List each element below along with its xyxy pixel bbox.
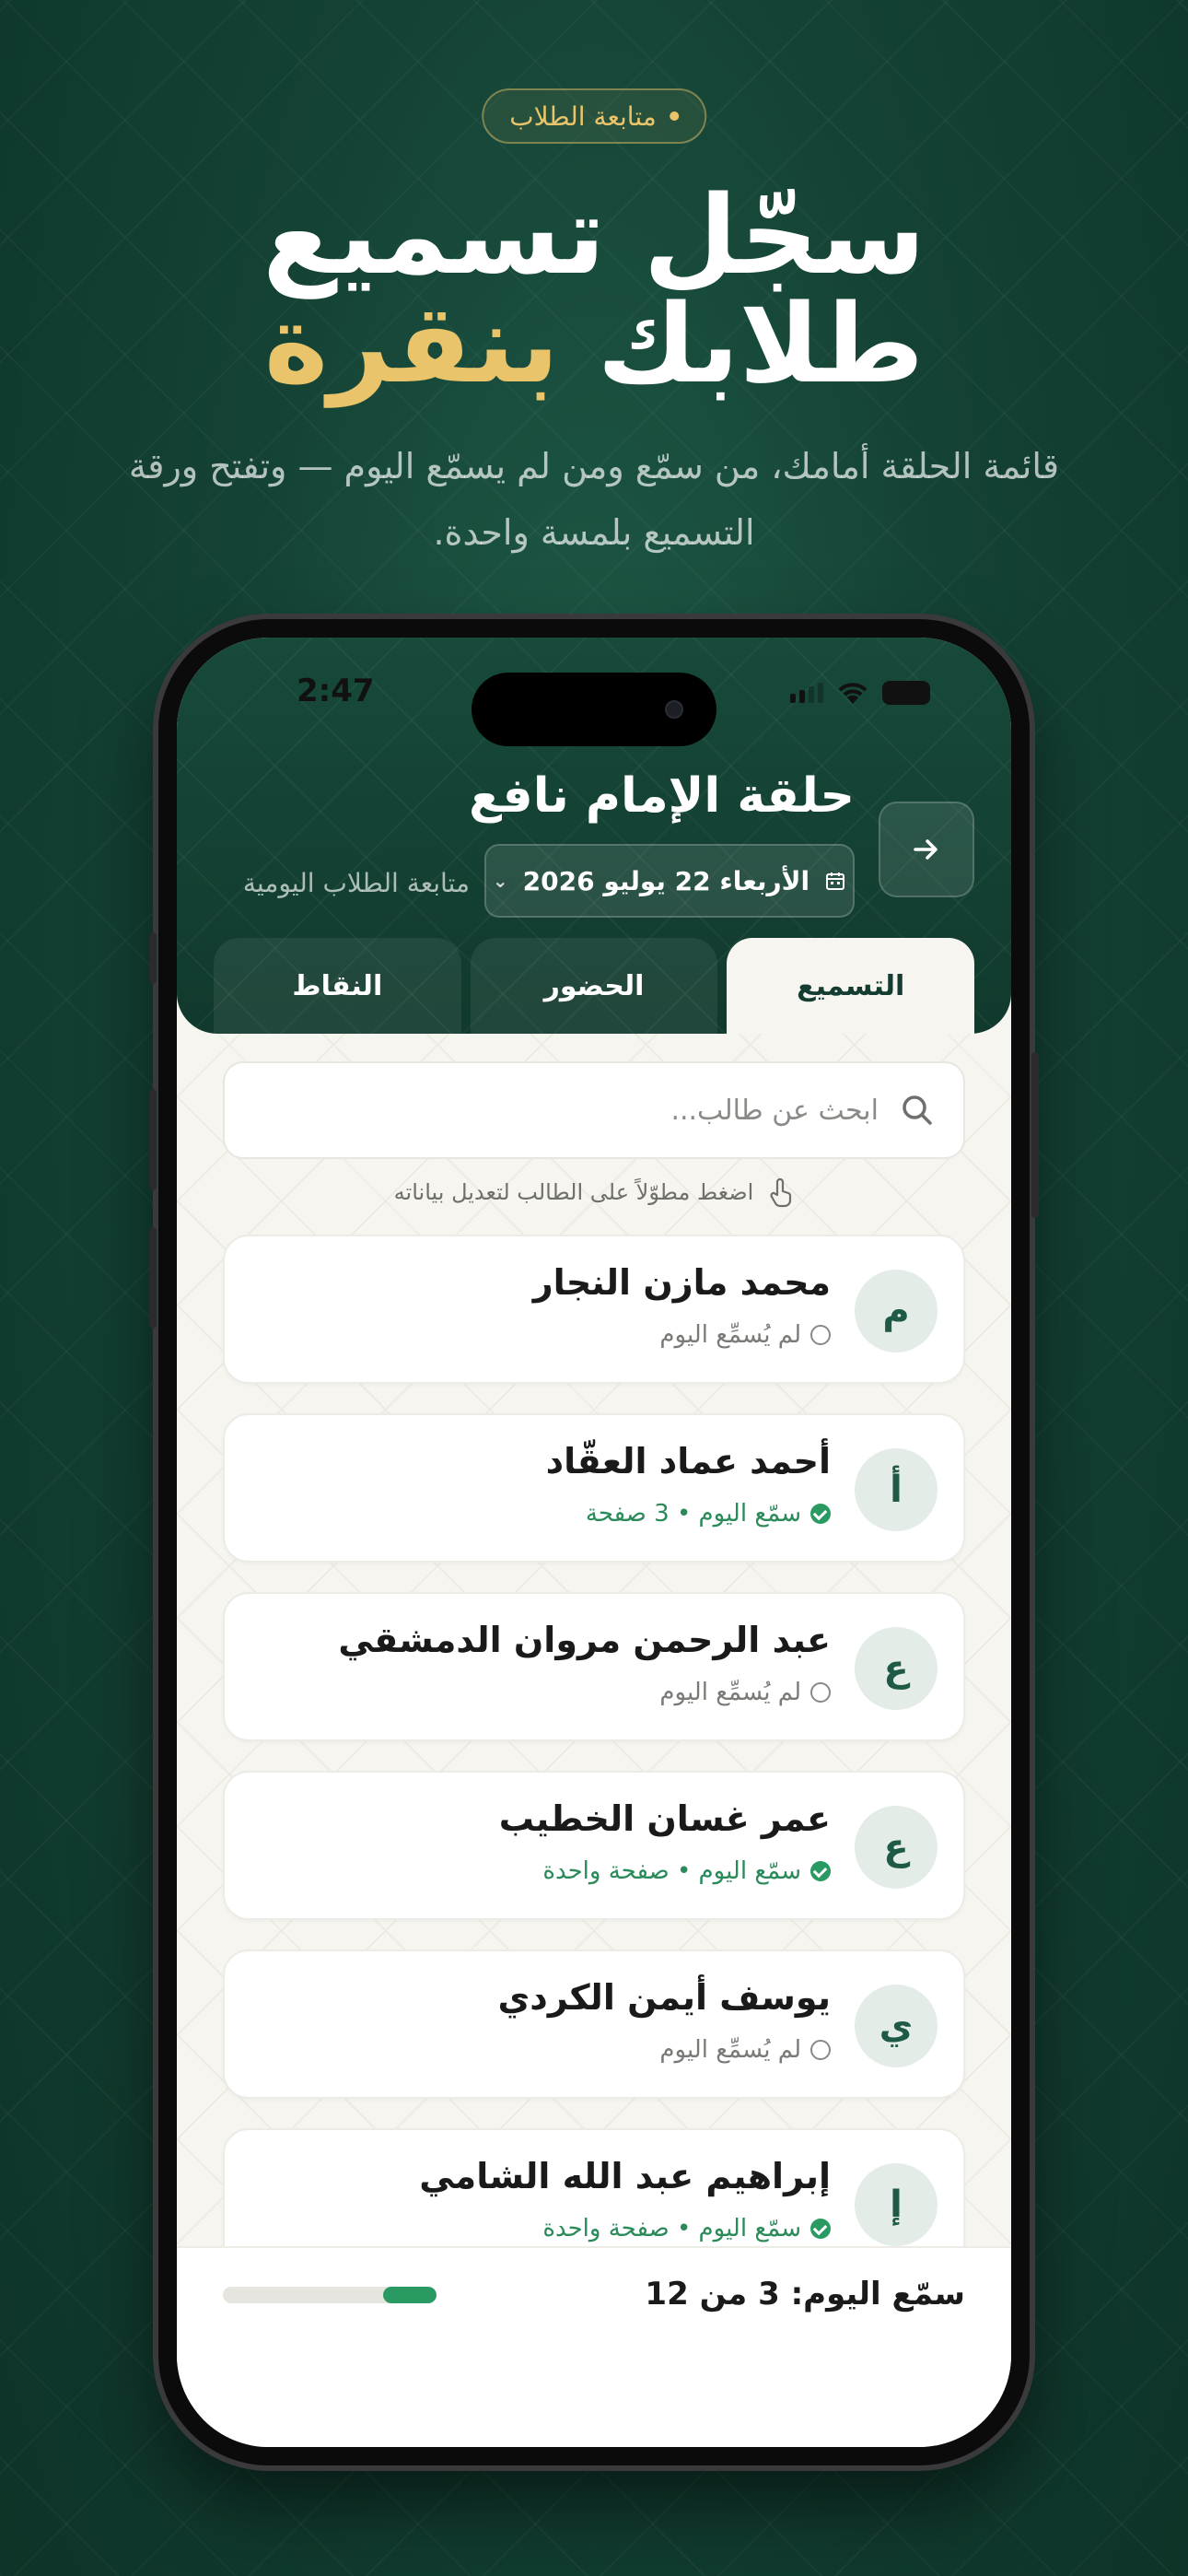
empty-circle-icon: [810, 2040, 831, 2060]
status-text: لم يُسمِّع اليوم: [659, 1679, 801, 1706]
recitation-status: سمّع اليوم • صفحة واحدة: [542, 2215, 831, 2242]
status-time: 2:47: [297, 673, 375, 709]
empty-circle-icon: [810, 1325, 831, 1345]
search-icon: [903, 1095, 932, 1125]
long-press-hint: اضغط مطوّلاً على الطالب لتعديل بياناته: [177, 1165, 1011, 1220]
halaqa-title: حلقة الإمام نافع: [469, 768, 855, 824]
avatar: م: [855, 1270, 938, 1352]
headline-line-2: طلابك بنقرة: [0, 289, 1188, 398]
student-name: أحمد عماد العقّاد: [545, 1441, 831, 1481]
avatar: إ: [855, 2163, 938, 2246]
power-button: [1031, 1052, 1039, 1218]
empty-circle-icon: [810, 1682, 831, 1703]
mute-switch: [149, 932, 157, 984]
student-name: عبد الرحمن مروان الدمشقي: [338, 1620, 831, 1660]
eyebrow-text: متابعة الطلاب: [509, 100, 657, 132]
chevron-down-icon: ⌄: [492, 870, 508, 892]
recitation-status: لم يُسمِّع اليوم: [659, 1679, 831, 1706]
recitation-status: سمّع اليوم • 3 صفحة: [586, 1500, 831, 1528]
headline-line-1: سجّل تسميع: [262, 171, 926, 299]
check-circle-icon: [810, 1504, 831, 1524]
headline-accent-word: بنقرة: [263, 280, 560, 407]
back-button[interactable]: [879, 802, 974, 897]
check-circle-icon: [810, 1861, 831, 1881]
student-name: يوسف أيمن الكردي: [497, 1977, 831, 2018]
recitation-status: لم يُسمِّع اليوم: [659, 1321, 831, 1349]
phone-screen: 2:47 حلقة الإمام نافع الأربعاء 22 يوليو …: [177, 638, 1011, 2447]
eyebrow-badge: متابعة الطلاب: [482, 88, 706, 144]
hint-text: اضغط مطوّلاً على الطالب لتعديل بياناته: [393, 1179, 754, 1205]
avatar: ي: [855, 1985, 938, 2067]
phone-frame: 2:47 حلقة الإمام نافع الأربعاء 22 يوليو …: [149, 619, 1039, 2465]
status-text: سمّع اليوم • 3 صفحة: [585, 1500, 801, 1528]
battery-icon: [882, 681, 930, 705]
student-card[interactable]: ع عبد الرحمن مروان الدمشقي لم يُسمِّع ال…: [223, 1592, 965, 1741]
tab-bar: التسميع الحضور النقاط: [213, 938, 974, 1034]
recitation-status: سمّع اليوم • صفحة واحدة: [542, 1857, 831, 1885]
check-circle-icon: [810, 2219, 831, 2239]
wifi-icon: [838, 683, 868, 704]
calendar-icon: [826, 872, 845, 890]
volume-up-button: [149, 1089, 157, 1190]
avatar: أ: [855, 1448, 938, 1531]
tab-attendance[interactable]: الحضور: [470, 938, 718, 1034]
date-text: الأربعاء 22 يوليو 2026: [522, 865, 810, 896]
dot-icon: [669, 111, 679, 121]
student-name: عمر غسان الخطيب: [498, 1798, 831, 1839]
student-name: إبراهيم عبد الله الشامي: [419, 2156, 831, 2196]
arrow-right-icon: [914, 839, 938, 860]
promo-subline: قائمة الحلقة أمامك، من سمّع ومن لم يسمّع…: [128, 446, 1060, 553]
volume-down-button: [149, 1227, 157, 1329]
student-card[interactable]: ي يوسف أيمن الكردي لم يُسمِّع اليوم: [223, 1950, 965, 2099]
student-name: محمد مازن النجار: [532, 1262, 831, 1303]
status-text: لم يُسمِّع اليوم: [659, 2036, 801, 2064]
avatar: ع: [855, 1806, 938, 1889]
date-picker[interactable]: الأربعاء 22 يوليو 2026 ⌄: [484, 844, 855, 918]
progress-footer: سمّع اليوم: 3 من 12: [177, 2246, 1011, 2447]
tab-recitation[interactable]: التسميع: [727, 938, 974, 1034]
camera-icon: [665, 700, 683, 719]
search-input[interactable]: ابحث عن طالب...: [223, 1061, 965, 1159]
halaqa-subtitle: متابعة الطلاب اليومية: [242, 868, 470, 898]
status-text: لم يُسمِّع اليوم: [659, 1321, 801, 1349]
signal-icon: [790, 683, 823, 703]
student-card[interactable]: أ أحمد عماد العقّاد سمّع اليوم • 3 صفحة: [223, 1413, 965, 1563]
student-card[interactable]: ع عمر غسان الخطيب سمّع اليوم • صفحة واحد…: [223, 1771, 965, 1920]
student-card[interactable]: م محمد مازن النجار لم يُسمِّع اليوم: [223, 1235, 965, 1384]
progress-bar-fill: [383, 2287, 437, 2303]
avatar: ع: [855, 1627, 938, 1710]
status-text: سمّع اليوم • صفحة واحدة: [542, 2215, 801, 2242]
headline-word: طلابك: [597, 280, 925, 407]
dynamic-island: [472, 673, 716, 746]
progress-label: سمّع اليوم: 3 من 12: [645, 2276, 965, 2313]
search-placeholder: ابحث عن طالب...: [670, 1094, 879, 1127]
promo-headline: سجّل تسميع طلابك بنقرة: [0, 181, 1188, 398]
recitation-status: لم يُسمِّع اليوم: [659, 2036, 831, 2064]
status-icons: [790, 680, 930, 706]
hand-tap-icon: [770, 1177, 792, 1208]
status-text: سمّع اليوم • صفحة واحدة: [542, 1857, 801, 1885]
tab-points[interactable]: النقاط: [213, 938, 461, 1034]
progress-bar: [223, 2287, 437, 2303]
